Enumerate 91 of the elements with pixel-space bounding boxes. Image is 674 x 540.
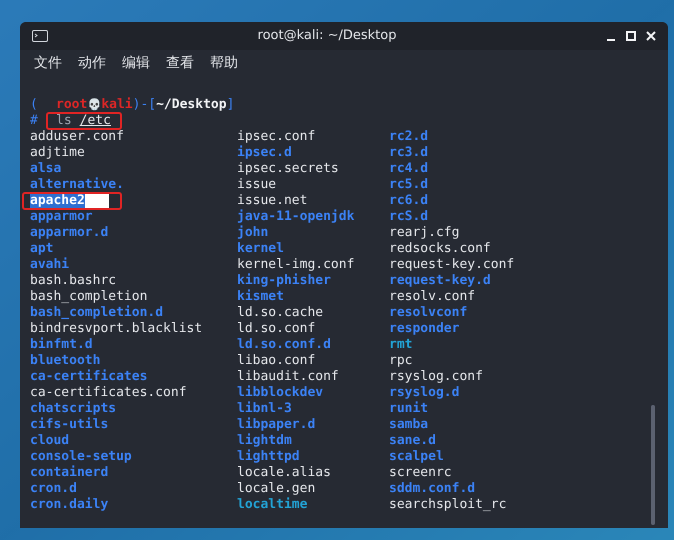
file-name: ca-certificates xyxy=(30,369,148,385)
file-name: rc6.d xyxy=(389,193,428,209)
file-name: ld.so.cache xyxy=(237,305,324,321)
file-name: locale.gen xyxy=(237,481,316,497)
command-argument: /etc xyxy=(80,113,111,129)
file-name: resolvconf xyxy=(389,305,468,321)
file-name: alsa xyxy=(30,161,62,177)
close-icon[interactable] xyxy=(646,31,656,41)
file-name: binfmt.d xyxy=(30,337,93,353)
menu-item[interactable]: 动作 xyxy=(78,52,106,74)
file-name: sane.d xyxy=(389,433,436,449)
file-name: king-phisher xyxy=(237,273,331,289)
file-name: cloud xyxy=(30,433,70,449)
file-name: resolv.conf xyxy=(389,289,476,305)
menu-item[interactable]: 文件 xyxy=(34,52,62,74)
file-name: kernel xyxy=(237,241,284,257)
file-name: locale.alias xyxy=(237,465,331,481)
file-name: libnl-3 xyxy=(237,401,292,417)
file-name: bindresvport.blacklist xyxy=(30,321,202,337)
file-name: john xyxy=(237,225,268,241)
scrollbar-thumb[interactable] xyxy=(651,405,655,525)
terminal-icon xyxy=(32,30,48,42)
file-name: containerd xyxy=(30,465,108,481)
file-name: ld.so.conf.d xyxy=(237,337,331,353)
file-name: redsocks.conf xyxy=(389,241,491,257)
menu-item[interactable]: 查看 xyxy=(166,52,194,74)
file-name: console-setup xyxy=(30,449,132,465)
file-name: request-key.d xyxy=(389,273,491,289)
file-name: ld.so.conf xyxy=(237,321,316,337)
file-name: apt xyxy=(30,241,54,257)
file-name: rearj.cfg xyxy=(389,225,460,241)
command-text: ls xyxy=(56,113,72,129)
file-name: libao.conf xyxy=(237,353,316,369)
file-name: bash.bashrc xyxy=(30,273,116,289)
file-name: ipsec.d xyxy=(237,145,292,161)
file-name: adjtime xyxy=(30,145,85,161)
file-name: bluetooth xyxy=(30,353,100,369)
file-name: searchsploit_rc xyxy=(389,497,506,513)
prompt-bracket: ( xyxy=(30,97,39,113)
file-name: rc2.d xyxy=(389,129,428,145)
file-name: cifs-utils xyxy=(30,417,108,433)
prompt-bracket: ] xyxy=(226,97,234,113)
file-name: rc5.d xyxy=(389,177,428,193)
file-name: rpc xyxy=(389,353,412,369)
file-name: issue xyxy=(237,177,276,193)
file-name: java-11-openjdk xyxy=(237,209,354,225)
prompt-host: kali xyxy=(101,97,133,113)
file-name: bash_completion.d xyxy=(30,305,164,321)
file-name: responder xyxy=(389,321,460,337)
prompt-mark: # xyxy=(30,113,39,129)
file-name: kernel-img.conf xyxy=(237,257,354,273)
file-name: scalpel xyxy=(389,449,444,465)
menu-item[interactable]: 帮助 xyxy=(210,52,238,74)
file-name: cron.daily xyxy=(30,497,108,513)
file-name: adduser.conf xyxy=(30,129,124,145)
file-name: avahi xyxy=(30,257,70,273)
window-title: root@kali: ~/Desktop xyxy=(258,27,396,46)
file-name: ipsec.conf xyxy=(237,129,316,145)
file-name: apparmor.d xyxy=(30,225,108,241)
file-name: cron.d xyxy=(30,481,77,497)
file-name: rc4.d xyxy=(389,161,428,177)
file-name: rc3.d xyxy=(389,145,428,161)
file-name: rsyslog.d xyxy=(389,385,460,401)
prompt-skull: 💀 xyxy=(87,97,102,113)
file-name: rcS.d xyxy=(389,209,428,225)
file-name: libblockdev xyxy=(237,385,324,401)
menu-item[interactable]: 编辑 xyxy=(122,52,150,74)
file-name: issue.net xyxy=(237,193,308,209)
file-name: kismet xyxy=(237,289,284,305)
file-name: libaudit.conf xyxy=(237,369,339,385)
file-name: sddm.conf.d xyxy=(389,481,476,497)
file-name: lightdm xyxy=(237,433,292,449)
prompt-path: ~/Desktop xyxy=(156,97,227,113)
file-name: samba xyxy=(389,417,428,433)
file-name: rmt xyxy=(389,337,412,353)
prompt-user: root xyxy=(56,97,88,113)
file-name: localtime xyxy=(237,497,308,513)
file-name: ipsec.secrets xyxy=(237,161,339,177)
file-name: rsyslog.conf xyxy=(389,369,483,385)
file-name: ca-certificates.conf xyxy=(30,385,187,401)
file-name: libpaper.d xyxy=(237,417,316,433)
prompt-separator: )-[ xyxy=(132,97,156,113)
file-name: alternative. xyxy=(30,177,124,193)
file-name: apparmor xyxy=(30,209,93,225)
file-name: request-key.conf xyxy=(389,257,514,273)
file-name: chatscripts xyxy=(30,401,116,417)
maximize-icon[interactable] xyxy=(626,31,636,41)
file-name: lighttpd xyxy=(237,449,300,465)
file-name: screenrc xyxy=(389,465,452,481)
file-name: bash_completion xyxy=(30,289,148,305)
file-name: runit xyxy=(389,401,428,417)
